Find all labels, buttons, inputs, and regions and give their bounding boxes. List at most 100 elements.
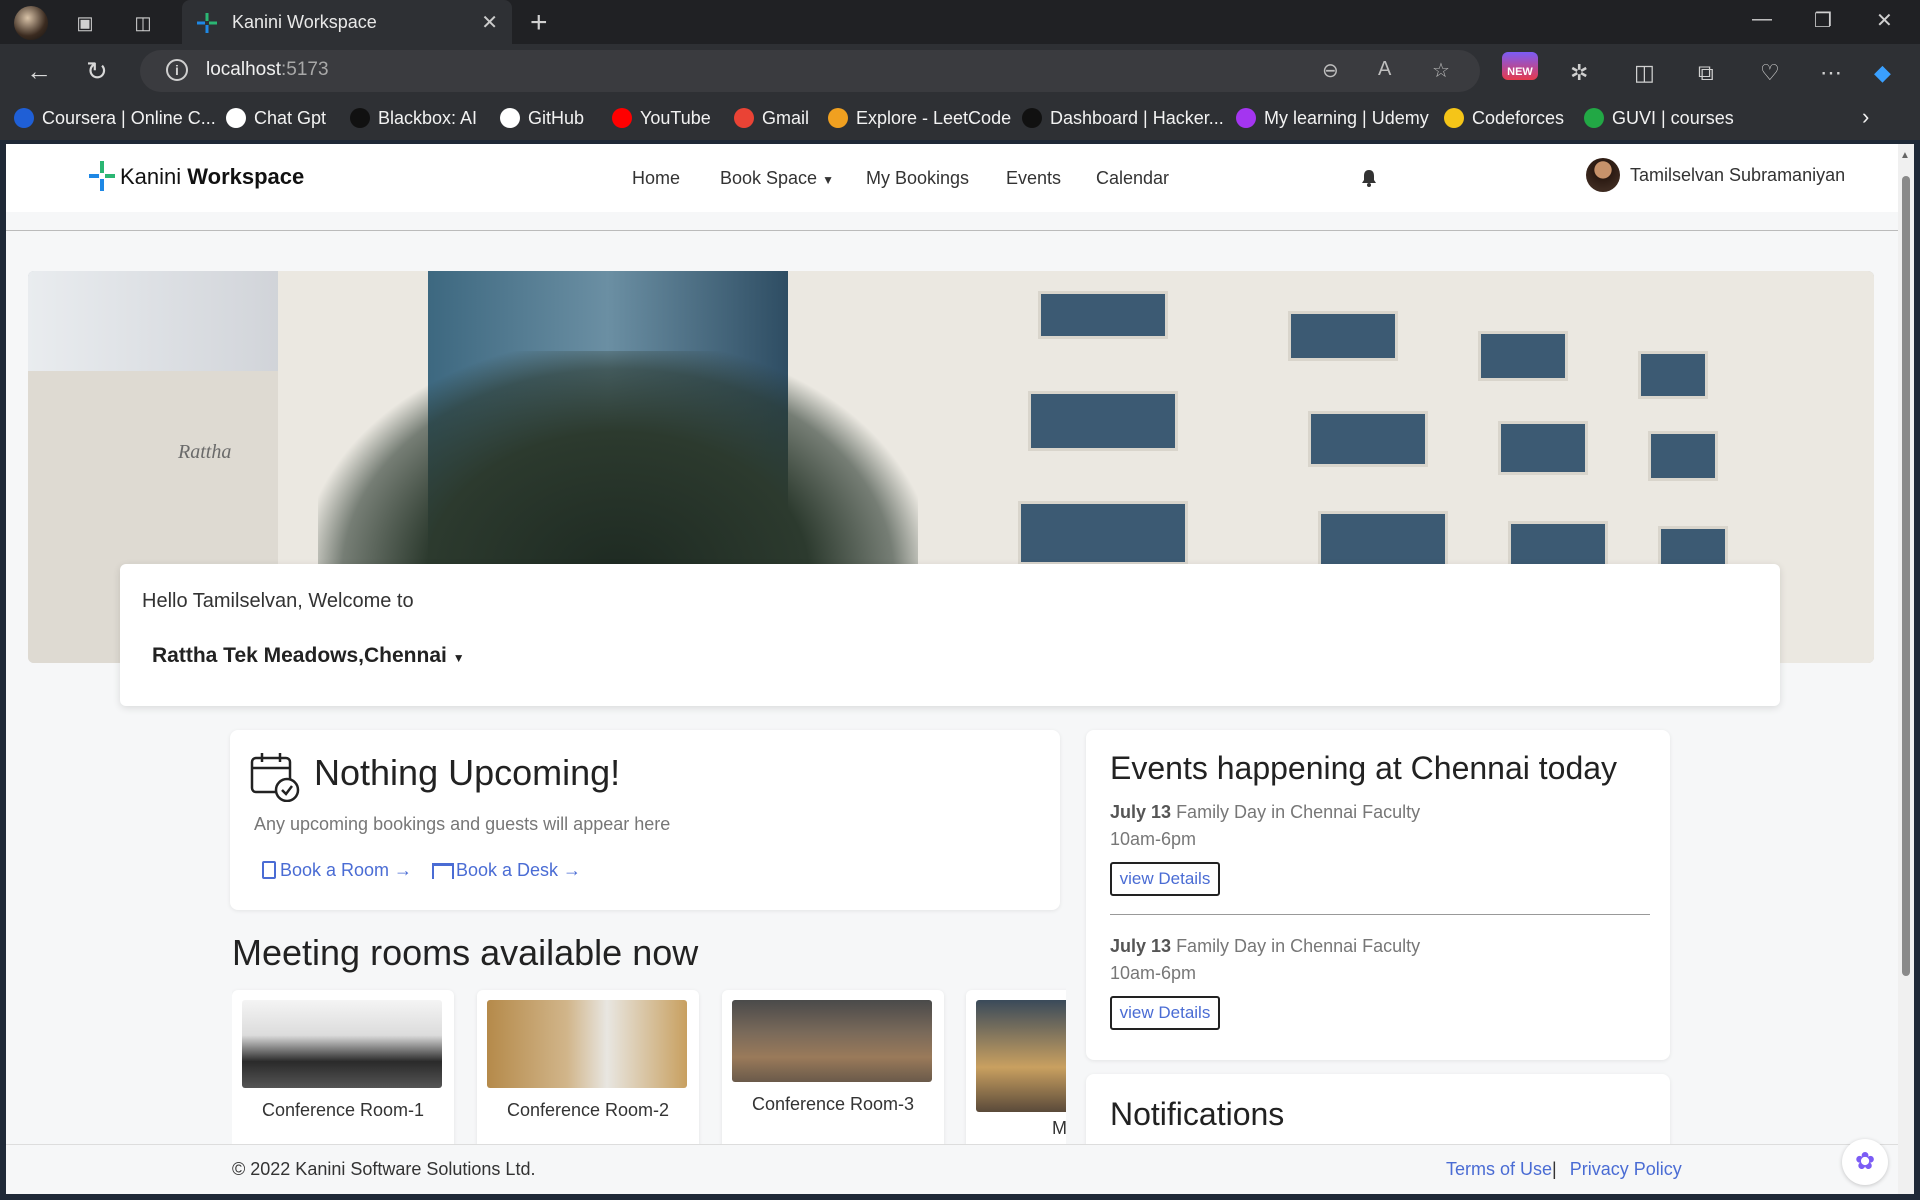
new-tab-icon[interactable]: + <box>530 6 548 40</box>
user-name: Tamilselvan Subramaniyan <box>1630 164 1846 185</box>
room-name: Conference Room-1 <box>261 1100 425 1120</box>
bookmark-favicon-icon <box>1022 108 1042 128</box>
bookmark-favicon-icon <box>1444 108 1464 128</box>
bookmark-label: Explore - LeetCode <box>856 108 1012 128</box>
back-icon[interactable]: ← <box>26 56 52 87</box>
more-bookmarks-chevron-icon[interactable]: › <box>1862 104 1869 130</box>
nav-calendar[interactable]: Calendar <box>1096 168 1169 189</box>
browser-essentials-icon[interactable]: ♡ <box>1760 60 1780 86</box>
bookmark-favicon-icon <box>500 108 520 128</box>
bell-icon[interactable] <box>1360 168 1378 188</box>
bookmark-item[interactable]: My learning | Udemy <box>1236 108 1429 129</box>
bookmark-label: YouTube <box>640 108 711 128</box>
browser-tab-active[interactable]: Kanini Workspace ✕ <box>182 0 512 44</box>
privacy-link[interactable]: Privacy Policy <box>1570 1159 1682 1179</box>
bookmark-item[interactable]: Gmail <box>734 108 809 129</box>
bookmark-label: Dashboard | Hacker... <box>1050 108 1224 128</box>
event-item: July 13 Family Day in Chennai Faculty 10… <box>1110 802 1421 849</box>
new-badge[interactable]: NEW <box>1502 52 1538 80</box>
copilot-icon[interactable]: ◆ <box>1874 60 1891 86</box>
view-details-button[interactable]: view Details <box>1110 996 1220 1030</box>
bookmark-label: GitHub <box>528 108 585 128</box>
kanini-logo-icon <box>89 161 115 191</box>
address-toolbar: ← ↻ i localhost:5173 ⊖ A ☆ NEW ✲ ◫ ⧉ ♡ ⋯… <box>0 44 1920 98</box>
browser-tab-strip: ▣ ◫ Kanini Workspace ✕ + — ❐ ✕ <box>0 0 1920 44</box>
scroll-up-icon[interactable]: ▲ <box>1900 150 1910 161</box>
page-scrollbar[interactable]: ▲ <box>1898 144 1914 1194</box>
bookmark-label: My learning | Udemy <box>1264 108 1429 128</box>
room-name: Conference Room-2 <box>506 1100 670 1120</box>
bookmark-favicon-icon <box>1236 108 1256 128</box>
room-image <box>732 1000 932 1082</box>
kanini-logo-icon <box>197 13 217 33</box>
extensions-icon[interactable]: ✲ <box>1570 60 1588 86</box>
bookmark-label: Blackbox: AI <box>378 108 478 128</box>
split-screen-icon[interactable]: ◫ <box>1634 60 1655 86</box>
bookmark-item[interactable]: GitHub <box>500 108 584 129</box>
profile-avatar[interactable] <box>14 6 48 40</box>
bookmark-favicon-icon <box>14 108 34 128</box>
close-window-icon[interactable]: ✕ <box>1876 8 1893 33</box>
room-card[interactable]: Meetir <box>966 990 1066 1150</box>
user-avatar <box>1586 158 1620 192</box>
bookmark-item[interactable]: Blackbox: AI <box>350 108 477 129</box>
vertical-tabs-icon[interactable]: ◫ <box>130 10 156 36</box>
collections-icon[interactable]: ⧉ <box>1698 60 1714 86</box>
footer-links: Terms of Use| Privacy Policy <box>1446 1159 1682 1179</box>
user-menu[interactable]: Tamilselvan Subramaniyan <box>1586 158 1845 192</box>
bookmark-label: GUVI | courses <box>1612 108 1734 128</box>
notifications-title: Notifications <box>1110 1096 1285 1132</box>
room-card[interactable]: Conference Room-2 <box>477 990 699 1150</box>
bookmark-item[interactable]: Coursera | Online C... <box>14 108 216 129</box>
tab-title: Kanini Workspace <box>232 12 377 32</box>
bookmark-favicon-icon <box>828 108 848 128</box>
footer: © 2022 Kanini Software Solutions Ltd. Te… <box>6 1139 1898 1194</box>
bookmark-label: Coursera | Online C... <box>42 108 216 128</box>
close-tab-icon[interactable]: ✕ <box>481 10 498 35</box>
bookmark-favicon-icon <box>1584 108 1604 128</box>
bookmark-favicon-icon <box>612 108 632 128</box>
room-image <box>242 1000 442 1088</box>
bookmarks-bar: Coursera | Online C... Chat Gpt Blackbox: … <box>0 98 1920 140</box>
bookmark-favicon-icon <box>350 108 370 128</box>
bookmark-item[interactable]: Codeforces <box>1444 108 1564 129</box>
url-text[interactable]: localhost:5173 <box>206 59 329 81</box>
bookmark-item[interactable]: Chat Gpt <box>226 108 326 129</box>
favorite-star-icon[interactable]: ☆ <box>1432 58 1450 83</box>
room-name: Conference Room-3 <box>751 1094 915 1114</box>
events-title: Events happening at Chennai today <box>1110 750 1618 786</box>
site-info-icon[interactable]: i <box>166 59 188 81</box>
more-options-icon[interactable]: ⋯ <box>1820 60 1842 86</box>
terms-link[interactable]: Terms of Use <box>1446 1159 1552 1179</box>
url-bar[interactable]: i localhost:5173 ⊖ A ☆ <box>140 50 1480 92</box>
room-card[interactable]: Conference Room-3 <box>722 990 944 1150</box>
restore-icon[interactable]: ❐ <box>1814 8 1832 33</box>
events-card: Events happening at Chennai today July 1… <box>1086 730 1670 1060</box>
bookmark-item[interactable]: GUVI | courses <box>1584 108 1734 129</box>
read-aloud-icon[interactable]: A <box>1378 58 1391 81</box>
bookmark-favicon-icon <box>734 108 754 128</box>
divider <box>1110 914 1650 915</box>
event-item: July 13 Family Day in Chennai Faculty 10… <box>1110 936 1421 983</box>
room-image <box>976 1000 1066 1112</box>
bookmark-item[interactable]: YouTube <box>612 108 711 129</box>
view-details-button[interactable]: view Details <box>1110 862 1220 896</box>
room-name: Meetir <box>1051 1118 1066 1138</box>
minimize-icon[interactable]: — <box>1752 8 1772 31</box>
scroll-thumb[interactable] <box>1902 176 1910 976</box>
bookmark-label: Gmail <box>762 108 810 128</box>
workspaces-icon[interactable]: ▣ <box>72 10 98 36</box>
bookmark-item[interactable]: Explore - LeetCode <box>828 108 1011 129</box>
bookmark-favicon-icon <box>226 108 246 128</box>
assistant-brain-icon[interactable]: ✿ <box>1842 1139 1888 1185</box>
refresh-icon[interactable]: ↻ <box>86 56 108 87</box>
bookmark-label: Codeforces <box>1472 108 1565 128</box>
room-card[interactable]: Conference Room-1 <box>232 990 454 1150</box>
copyright: © 2022 Kanini Software Solutions Ltd. <box>232 1159 536 1179</box>
bookmark-item[interactable]: Dashboard | Hacker... <box>1022 108 1224 129</box>
bookmark-label: Chat Gpt <box>254 108 327 128</box>
zoom-out-icon[interactable]: ⊖ <box>1322 58 1339 83</box>
web-page: Kanini Workspace Home Book Space ▼ My Bo… <box>6 144 1898 1194</box>
meeting-rooms-carousel: Conference Room-1 Conference Room-2 Conf… <box>232 144 1066 1194</box>
room-image <box>487 1000 687 1088</box>
